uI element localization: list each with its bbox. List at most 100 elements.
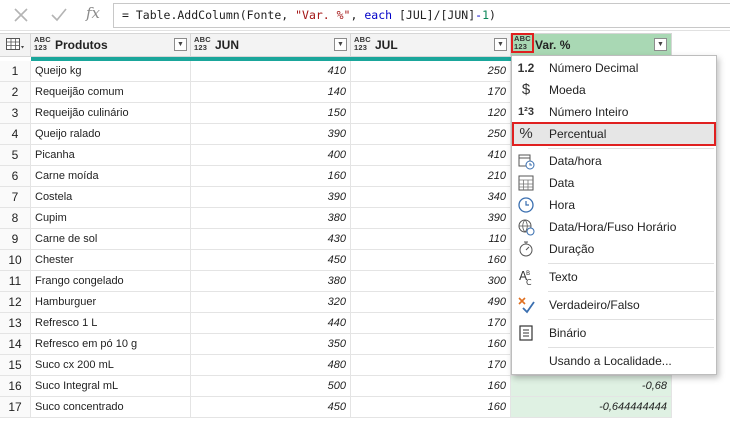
cell-jul[interactable]: 410	[351, 145, 511, 165]
menu-item-integer[interactable]: 1²3 Número Inteiro	[513, 101, 715, 123]
row-number[interactable]: 12	[0, 292, 31, 312]
cell-jun[interactable]: 400	[191, 145, 351, 165]
cell-jun[interactable]: 380	[191, 208, 351, 228]
column-filter-dropdown[interactable]: ▼	[334, 38, 347, 51]
cell-jul[interactable]: 160	[351, 376, 511, 396]
cell-jun[interactable]: 480	[191, 355, 351, 375]
menu-item-using-locale[interactable]: Usando a Localidade...	[513, 350, 715, 372]
menu-item-percentage[interactable]: % Percentual	[512, 122, 716, 146]
menu-item-duration[interactable]: Duração	[513, 238, 715, 260]
cell-produto[interactable]: Costela	[31, 187, 191, 207]
cell-jun[interactable]: 320	[191, 292, 351, 312]
row-number[interactable]: 15	[0, 355, 31, 375]
column-type-icon[interactable]: ABC 123	[194, 36, 211, 52]
column-header-jun[interactable]: ABC 123 JUN ▼	[191, 34, 351, 56]
cell-jun[interactable]: 450	[191, 397, 351, 417]
cell-jun[interactable]: 160	[191, 166, 351, 186]
cell-produto[interactable]: Carne moída	[31, 166, 191, 186]
cell-produto[interactable]: Hamburguer	[31, 292, 191, 312]
column-filter-dropdown[interactable]: ▼	[654, 38, 667, 51]
formula-input[interactable]: = Table.AddColumn(Fonte, "Var. %", each …	[113, 3, 730, 28]
row-number[interactable]: 4	[0, 124, 31, 144]
cell-produto[interactable]: Suco concentrado	[31, 397, 191, 417]
row-number[interactable]: 7	[0, 187, 31, 207]
menu-item-datetimezone[interactable]: Data/Hora/Fuso Horário	[513, 216, 715, 238]
cell-jun[interactable]: 410	[191, 61, 351, 81]
cell-jun[interactable]: 430	[191, 229, 351, 249]
cancel-icon[interactable]	[10, 4, 32, 26]
cell-jul[interactable]: 300	[351, 271, 511, 291]
column-header-var[interactable]: ABC 123 Var. % ▼	[511, 33, 672, 56]
cell-jul[interactable]: 160	[351, 334, 511, 354]
confirm-icon[interactable]	[48, 4, 70, 26]
cell-produto[interactable]: Cupim	[31, 208, 191, 228]
cell-produto[interactable]: Queijo kg	[31, 61, 191, 81]
cell-produto[interactable]: Picanha	[31, 145, 191, 165]
cell-jun[interactable]: 150	[191, 103, 351, 123]
menu-item-boolean[interactable]: Verdadeiro/Falso	[513, 294, 715, 316]
cell-jul[interactable]: 210	[351, 166, 511, 186]
cell-var[interactable]: -0,68	[511, 376, 672, 396]
cell-jun[interactable]: 140	[191, 82, 351, 102]
row-number[interactable]: 2	[0, 82, 31, 102]
row-number[interactable]: 8	[0, 208, 31, 228]
column-filter-dropdown[interactable]: ▼	[494, 38, 507, 51]
cell-produto[interactable]: Requeijão culinário	[31, 103, 191, 123]
cell-produto[interactable]: Suco cx 200 mL	[31, 355, 191, 375]
cell-jul[interactable]: 250	[351, 61, 511, 81]
row-number[interactable]: 3	[0, 103, 31, 123]
column-filter-dropdown[interactable]: ▼	[174, 38, 187, 51]
cell-jul[interactable]: 160	[351, 397, 511, 417]
menu-item-date[interactable]: Data	[513, 172, 715, 194]
row-number[interactable]: 1	[0, 61, 31, 81]
row-number[interactable]: 14	[0, 334, 31, 354]
row-number[interactable]: 10	[0, 250, 31, 270]
cell-jul[interactable]: 170	[351, 313, 511, 333]
cell-jul[interactable]: 160	[351, 250, 511, 270]
cell-jun[interactable]: 390	[191, 187, 351, 207]
cell-produto[interactable]: Refresco 1 L	[31, 313, 191, 333]
row-number[interactable]: 13	[0, 313, 31, 333]
menu-item-binary[interactable]: Binário	[513, 322, 715, 344]
fx-icon[interactable]: fx	[86, 4, 100, 22]
cell-produto[interactable]: Carne de sol	[31, 229, 191, 249]
cell-jun[interactable]: 380	[191, 271, 351, 291]
menu-item-time[interactable]: Hora	[513, 194, 715, 216]
table-menu-button[interactable]	[0, 34, 31, 56]
column-type-icon[interactable]: ABC 123	[511, 33, 534, 53]
row-number[interactable]: 5	[0, 145, 31, 165]
row-number[interactable]: 6	[0, 166, 31, 186]
menu-item-text[interactable]: A C B Texto	[513, 266, 715, 288]
cell-jul[interactable]: 250	[351, 124, 511, 144]
row-number[interactable]: 16	[0, 376, 31, 396]
column-type-icon[interactable]: ABC 123	[354, 36, 371, 52]
cell-produto[interactable]: Suco Integral mL	[31, 376, 191, 396]
menu-item-currency[interactable]: $ Moeda	[513, 79, 715, 101]
cell-jul[interactable]: 340	[351, 187, 511, 207]
row-number[interactable]: 11	[0, 271, 31, 291]
cell-jul[interactable]: 490	[351, 292, 511, 312]
cell-jul[interactable]: 170	[351, 355, 511, 375]
cell-produto[interactable]: Queijo ralado	[31, 124, 191, 144]
cell-jun[interactable]: 390	[191, 124, 351, 144]
cell-produto[interactable]: Refresco em pó 10 g	[31, 334, 191, 354]
cell-jun[interactable]: 350	[191, 334, 351, 354]
cell-produto[interactable]: Frango congelado	[31, 271, 191, 291]
column-type-icon[interactable]: ABC 123	[34, 36, 51, 52]
menu-item-decimal[interactable]: 1.2 Número Decimal	[513, 57, 715, 79]
row-number[interactable]: 9	[0, 229, 31, 249]
cell-jun[interactable]: 450	[191, 250, 351, 270]
column-header-produtos[interactable]: ABC 123 Produtos ▼	[31, 34, 191, 56]
row-number[interactable]: 17	[0, 397, 31, 417]
cell-produto[interactable]: Requeijão comum	[31, 82, 191, 102]
cell-produto[interactable]: Chester	[31, 250, 191, 270]
cell-jul[interactable]: 120	[351, 103, 511, 123]
cell-jun[interactable]: 500	[191, 376, 351, 396]
cell-jul[interactable]: 390	[351, 208, 511, 228]
cell-jun[interactable]: 440	[191, 313, 351, 333]
column-header-jul[interactable]: ABC 123 JUL ▼	[351, 34, 511, 56]
cell-var[interactable]: -0,644444444	[511, 397, 672, 417]
menu-item-datetime[interactable]: Data/hora	[513, 150, 715, 172]
cell-jul[interactable]: 170	[351, 82, 511, 102]
cell-jul[interactable]: 110	[351, 229, 511, 249]
